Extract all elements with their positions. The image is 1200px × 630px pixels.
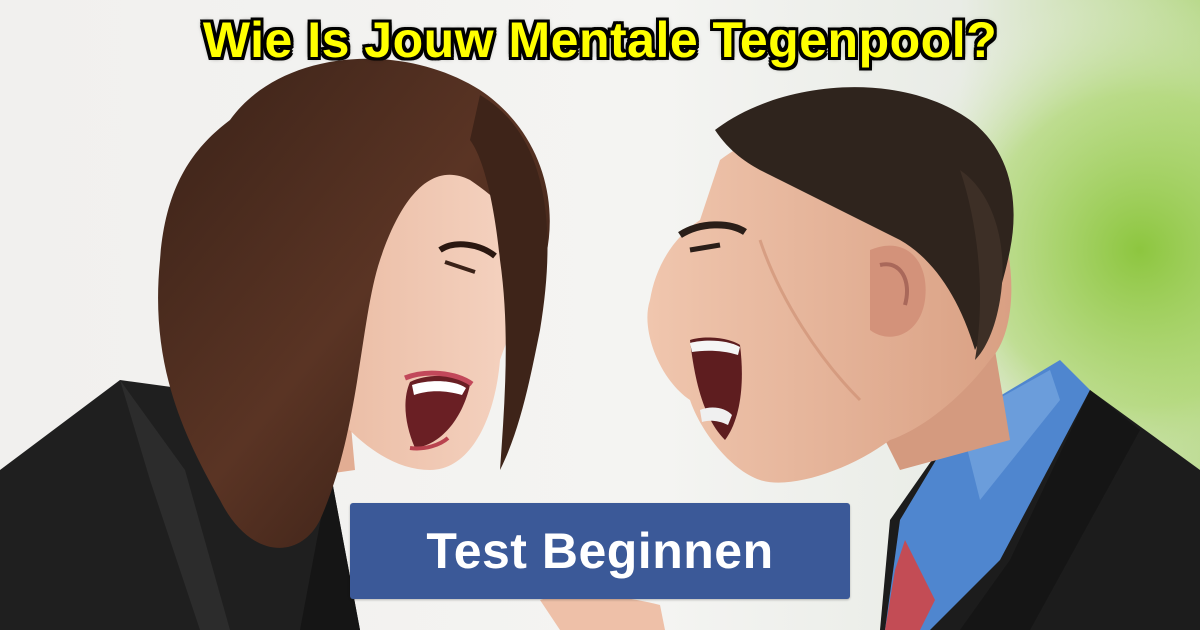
start-test-button-label: Test Beginnen [426,523,774,579]
start-test-button[interactable]: Test Beginnen [350,503,850,599]
page-title: Wie Is Jouw Mentale Tegenpool? [202,12,998,68]
